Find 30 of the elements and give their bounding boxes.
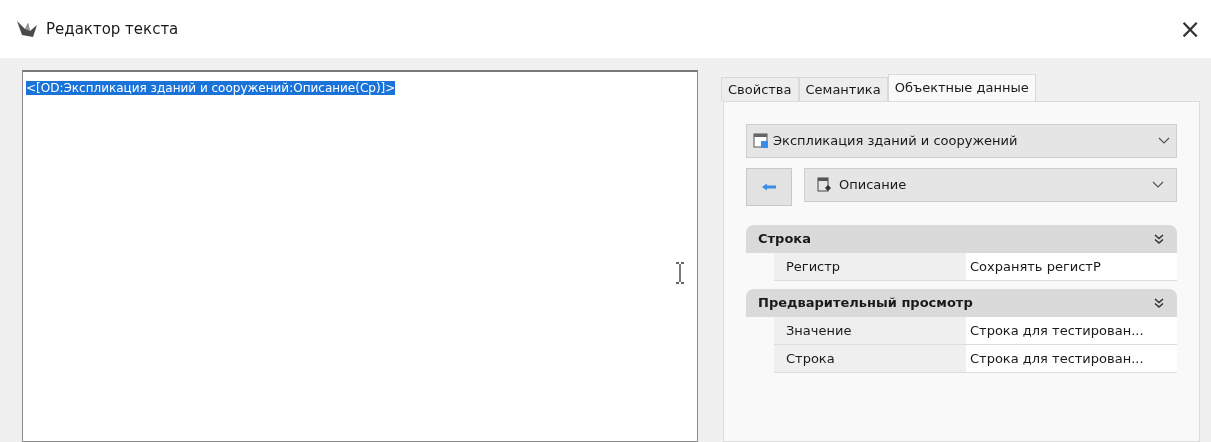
property-name: Регистр bbox=[774, 253, 966, 280]
tab[interactable]: Объектные данные bbox=[887, 74, 1036, 101]
collapse-icon[interactable] bbox=[1153, 233, 1165, 245]
group-title: Строка bbox=[758, 230, 812, 249]
group-title: Предварительный просмотр bbox=[758, 294, 974, 313]
text-editor[interactable]: <[OD:Экспликация зданий и сооружений:Описание(Ср)]> bbox=[22, 70, 698, 442]
property-value[interactable]: Сохранять регистР bbox=[966, 253, 1177, 280]
field-dropdown[interactable]: Описание bbox=[804, 168, 1177, 202]
collapse-icon[interactable] bbox=[1153, 297, 1165, 309]
arrow-left-icon bbox=[761, 183, 777, 191]
chevron-down-icon bbox=[1152, 181, 1164, 189]
property-value[interactable]: Строка для тестирован... bbox=[966, 317, 1177, 344]
property-value[interactable]: Строка для тестирован... bbox=[966, 345, 1177, 372]
property-name: Строка bbox=[774, 345, 966, 372]
table-icon bbox=[753, 133, 769, 149]
tab[interactable]: Семантика bbox=[798, 77, 888, 101]
table-dropdown-value: Экспликация зданий и сооружений bbox=[773, 132, 1019, 151]
window-title: Редактор текста bbox=[46, 18, 179, 40]
chevron-down-icon bbox=[1158, 137, 1170, 145]
editor-text: <[OD:Экспликация зданий и сооружений:Описание(Ср)]> bbox=[26, 81, 396, 95]
app-logo-icon bbox=[16, 19, 38, 39]
text-cursor-icon bbox=[675, 262, 685, 284]
field-dropdown-value: Описание bbox=[839, 176, 908, 195]
table-dropdown[interactable]: Экспликация зданий и сооружений bbox=[746, 124, 1177, 158]
close-button[interactable]: × bbox=[1179, 16, 1201, 42]
tab[interactable]: Свойства bbox=[721, 77, 799, 101]
property-name: Значение bbox=[774, 317, 966, 344]
group-header[interactable]: Предварительный просмотр bbox=[746, 289, 1177, 317]
field-icon bbox=[817, 177, 833, 193]
group-header[interactable]: Строка bbox=[746, 225, 1177, 253]
